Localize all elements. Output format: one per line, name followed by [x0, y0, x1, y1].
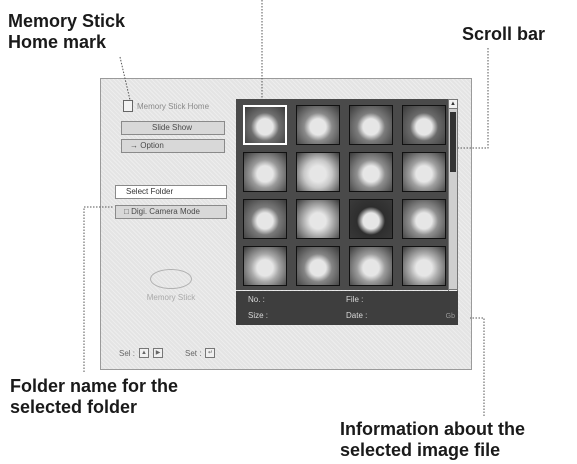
camera-mode-label: Digi. Camera Mode [131, 207, 200, 216]
scroll-up-arrow-icon[interactable]: ▲ [449, 100, 457, 109]
thumbnail-image[interactable] [296, 246, 340, 286]
home-label: Memory Stick Home [137, 101, 210, 111]
thumbnail-image[interactable] [243, 105, 287, 145]
thumbnail-image[interactable] [243, 246, 287, 286]
thumbnail-image[interactable] [402, 246, 446, 286]
thumbnail-image[interactable] [296, 199, 340, 239]
select-label: Sel : [119, 348, 136, 358]
info-size-label: Size : [248, 311, 269, 320]
select-right-key-icon: ▶ [153, 348, 164, 358]
leader-image-info [470, 317, 485, 416]
thumbnail-image[interactable] [402, 105, 446, 145]
option-button[interactable]: → Option [121, 139, 225, 153]
thumbnail-image[interactable] [296, 152, 340, 192]
thumbnail-image[interactable] [243, 199, 287, 239]
memory-stick-icon [123, 100, 133, 112]
callout-home-mark-line1: Memory Stick [8, 11, 126, 31]
thumbnail-image[interactable] [402, 152, 446, 192]
image-info-panel: No. : File : Size : Date : Gb [236, 291, 458, 325]
scroll-thumb[interactable] [450, 112, 456, 172]
callout-folder-name-line1: Folder name for the [10, 376, 179, 396]
set-label: Set : [185, 348, 202, 358]
thumbnail-image[interactable] [296, 105, 340, 145]
folder-name-field[interactable]: Select Folder [115, 185, 227, 199]
camera-mode-icon: □ [124, 207, 129, 216]
info-file-label: File : [346, 295, 364, 304]
thumbnail-grid [236, 99, 456, 290]
memory-stick-logo-text: Memory Stick [146, 293, 196, 302]
digi-camera-mode-button[interactable]: □ Digi. Camera Mode [115, 205, 227, 219]
callout-home-mark: Memory Stick Home mark [8, 11, 125, 53]
info-no-label: No. : [248, 295, 265, 304]
status-bar: Sel : ▲ ▶ Set : ↵ [119, 348, 216, 358]
thumbnail-image[interactable] [349, 105, 393, 145]
memory-stick-logo-oval [150, 269, 192, 289]
select-up-key-icon: ▲ [139, 348, 150, 358]
thumbnail-image[interactable] [349, 246, 393, 286]
thumbnail-image[interactable] [402, 199, 446, 239]
set-key-icon: ↵ [205, 348, 216, 358]
callout-image-info-line2: selected image file [340, 440, 501, 460]
thumbnail-image[interactable] [243, 152, 287, 192]
callout-folder-name-line2: selected folder [10, 397, 138, 417]
thumbnail-image[interactable] [349, 152, 393, 192]
callout-image-info: Information about the selected image fil… [340, 419, 525, 461]
memory-stick-home-screen: Memory Stick Home Slide Show → Option Se… [100, 78, 472, 370]
callout-folder-name: Folder name for the selected folder [10, 376, 178, 418]
callout-scroll-bar: Scroll bar [462, 24, 546, 44]
scroll-bar[interactable]: ▲ ▼ [448, 99, 458, 299]
memory-stick-home-mark[interactable]: Memory Stick Home [123, 99, 233, 113]
callout-home-mark-line2: Home mark [8, 32, 107, 52]
thumbnail-image[interactable] [349, 199, 393, 239]
memory-stick-logo: Memory Stick [141, 269, 201, 309]
slide-show-button[interactable]: Slide Show [121, 121, 225, 135]
info-date-label: Date : [346, 311, 368, 320]
info-end-mark: Gb [445, 313, 455, 320]
callout-image-info-line1: Information about the [340, 419, 525, 439]
